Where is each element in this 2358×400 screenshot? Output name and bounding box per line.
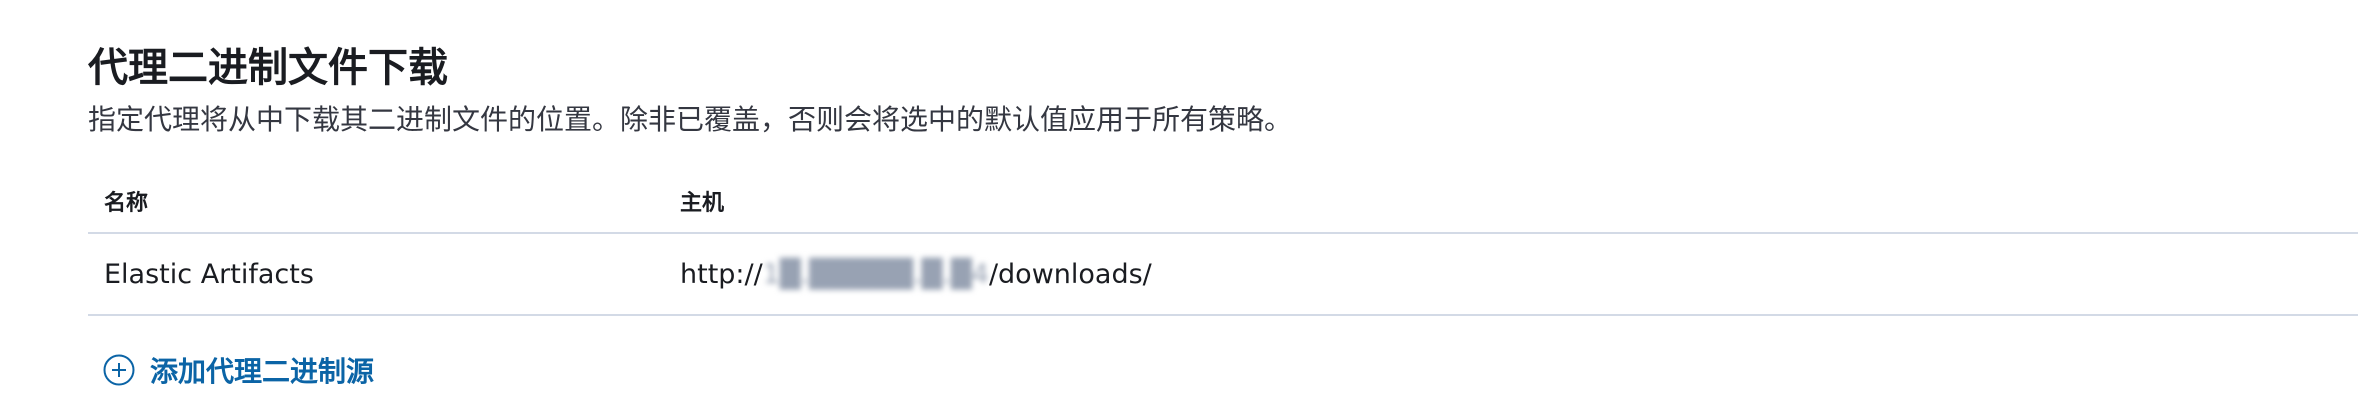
table-header-row: 名称 主机 [88,170,2358,234]
table-row: Elastic Artifacts http://1█.█████.█.█4/d… [88,234,2358,316]
source-name-cell: Elastic Artifacts [104,258,314,290]
host-prefix: http:// [680,258,763,290]
column-header-host: 主机 [680,191,725,216]
download-sources-table: 名称 主机 Elastic Artifacts http://1█.█████.… [88,170,2358,316]
source-host-cell: http://1█.█████.█.█4/downloads/ [664,259,2358,290]
host-redacted: 1█.█████.█.█4 [762,258,989,290]
plus-circle-icon [102,353,136,387]
agent-binary-download-section: 代理二进制文件下载 指定代理将从中下载其二进制文件的位置。除非已覆盖，否则会将选… [88,40,2358,391]
add-agent-binary-source-button[interactable]: 添加代理二进制源 [102,350,374,390]
column-header-name: 名称 [104,191,149,216]
add-agent-binary-source-label: 添加代理二进制源 [150,355,375,388]
section-description: 指定代理将从中下载其二进制文件的位置。除非已覆盖，否则会将选中的默认值应用于所有… [88,103,1293,136]
section-title: 代理二进制文件下载 [88,45,448,91]
host-suffix: /downloads/ [988,258,1152,290]
